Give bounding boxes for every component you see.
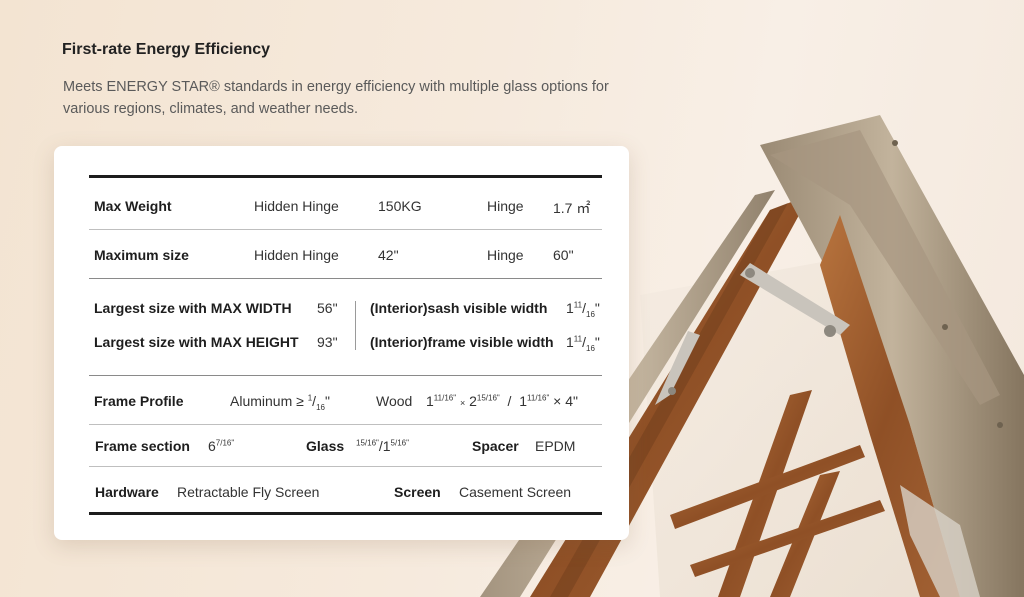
section-divider <box>89 375 602 377</box>
maximum-size-hidden-hinge-value: 42" <box>378 247 399 263</box>
glass-label: Glass <box>306 438 345 454</box>
maximum-size-hidden-hinge-label: Hidden Hinge <box>254 247 339 263</box>
screen-value: Casement Screen <box>459 484 572 500</box>
sash-visible-label: (Interior)sash visible width <box>370 300 548 316</box>
row-divider <box>89 424 602 425</box>
row-divider <box>89 466 602 467</box>
glass-value: 15/16"/15/16" <box>356 438 409 454</box>
table-bottom-rule <box>89 512 602 515</box>
row-divider <box>89 229 602 230</box>
max-weight-hidden-hinge-label: Hidden Hinge <box>254 198 339 214</box>
spacer-value: EPDM <box>535 438 576 454</box>
frame-visible-label: (Interior)frame visible width <box>370 334 554 350</box>
max-weight-hidden-hinge-value: 150KG <box>378 198 422 214</box>
frame-profile-label: Frame Profile <box>94 393 184 409</box>
hardware-value: Retractable Fly Screen <box>177 484 320 500</box>
maximum-size-hinge-value: 60" <box>553 247 574 263</box>
maximum-size-label: Maximum size <box>94 247 189 263</box>
sash-visible-value: 111/16" <box>566 300 600 319</box>
page: First-rate Energy Efficiency Meets ENERG… <box>0 0 1024 597</box>
maximum-size-hinge-label: Hinge <box>487 247 524 263</box>
frame-profile-aluminum: Aluminum ≥ 1/16" <box>230 393 330 412</box>
frame-section-value: 67/16" <box>208 438 235 454</box>
hardware-label: Hardware <box>95 484 159 500</box>
largest-height-value: 93" <box>317 334 338 350</box>
max-weight-hinge-label: Hinge <box>487 198 524 214</box>
frame-visible-value: 111/16" <box>566 334 600 353</box>
max-weight-hinge-value: 1.7 ㎡ <box>553 200 591 216</box>
largest-height-label: Largest size with MAX HEIGHT <box>94 334 299 350</box>
screen-label: Screen <box>394 484 441 500</box>
column-separator <box>355 301 356 350</box>
section-divider <box>89 278 602 280</box>
page-title: First-rate Energy Efficiency <box>62 41 271 58</box>
largest-width-label: Largest size with MAX WIDTH <box>94 300 292 316</box>
frame-profile-wood-value: 111/16" × 215/16" / 111/16" × 4" <box>426 393 578 409</box>
max-weight-label: Max Weight <box>94 198 172 214</box>
page-description: Meets ENERGY STAR® standards in energy e… <box>63 79 609 117</box>
table-top-rule <box>89 175 602 178</box>
largest-width-value: 56" <box>317 300 338 316</box>
spacer-label: Spacer <box>472 438 519 454</box>
spec-table-card: Max Weight Hidden Hinge 150KG Hinge 1.7 … <box>54 146 629 540</box>
frame-profile-wood-label: Wood <box>376 393 413 409</box>
frame-section-label: Frame section <box>95 438 190 454</box>
